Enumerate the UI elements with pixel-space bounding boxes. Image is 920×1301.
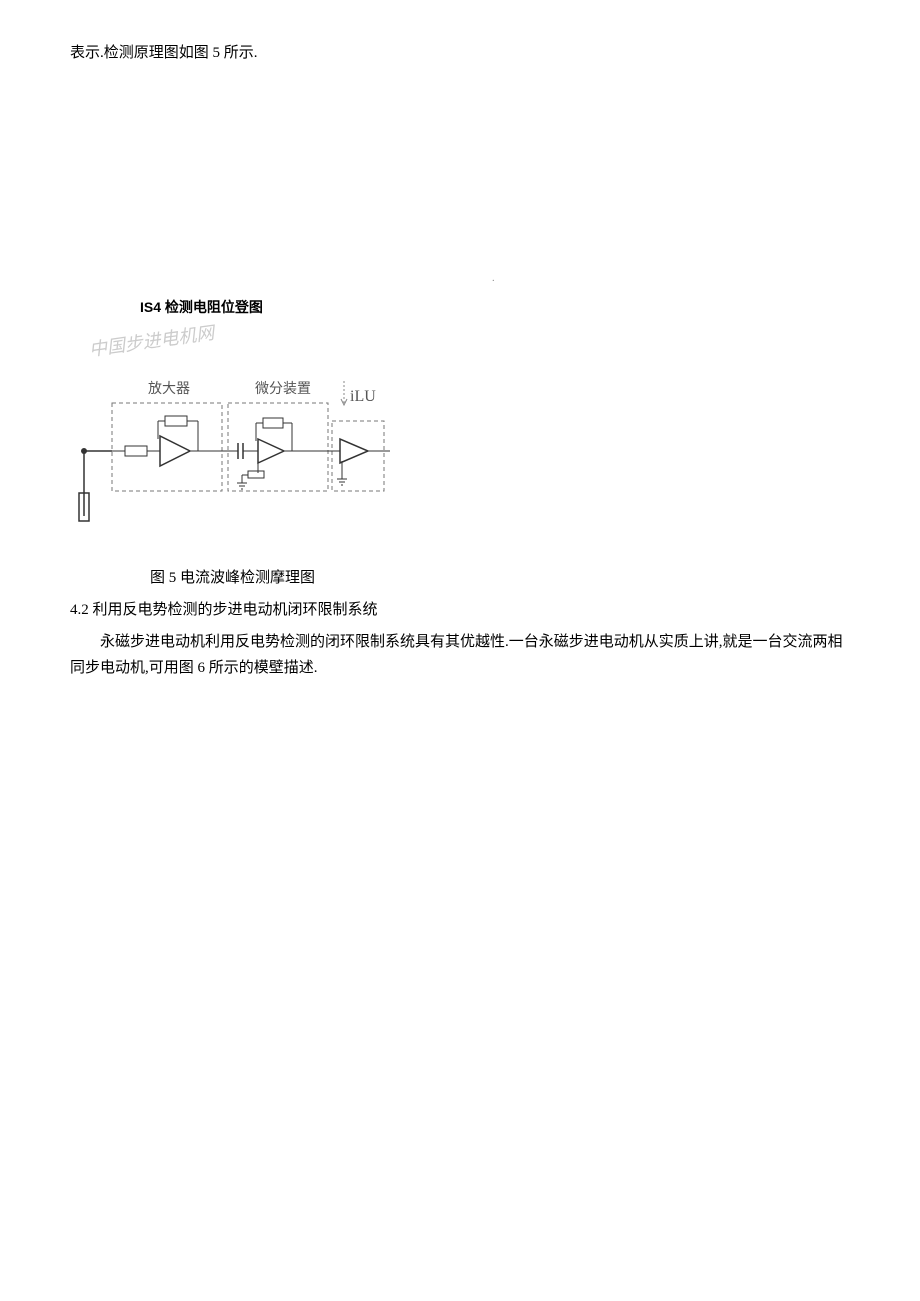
amplifier-label: 放大器 [148,381,190,397]
blank-space: · [70,77,850,297]
watermark-text: 中国步进电机网 [88,322,218,360]
section-heading: 4.2 利用反电势检测的步进电动机闭环限制系统 [70,597,850,624]
page-mark: · [492,276,495,287]
circuit-diagram-container: 中国步进电机网 放大器 微分装置 iLU [70,321,850,536]
ilu-label: iLU [350,388,376,405]
body-paragraph-line2: 同步电动机,可用图 6 所示的模壁描述. [70,656,850,682]
diff-label: 微分装置 [255,381,311,397]
figure-caption: 图 5 电流波峰检测摩理图 [150,566,850,587]
intro-line: 表示.检测原理图如图 5 所示. [70,40,850,67]
figure-label: IS4 检测电阻位登图 [140,297,850,317]
body-paragraph-line1: 永磁步进电动机利用反电势检测的闭环限制系统具有其优越性.一台永磁步进电动机从实质… [70,630,850,656]
circuit-diagram: 中国步进电机网 放大器 微分装置 iLU [70,321,390,531]
